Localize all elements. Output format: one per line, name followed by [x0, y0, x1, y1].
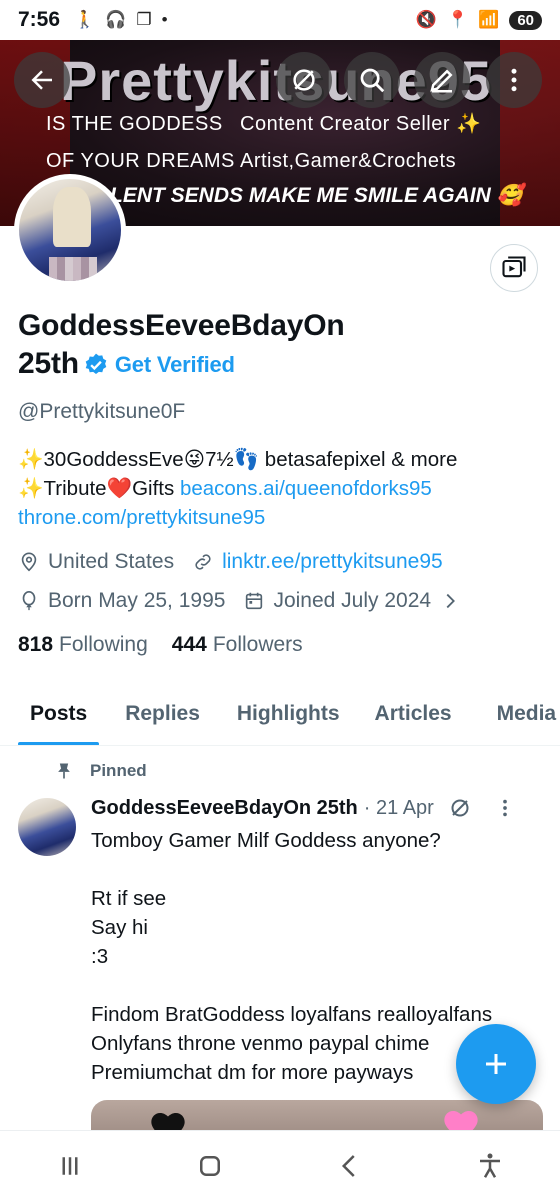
back-button[interactable] — [14, 52, 70, 108]
more-vertical-icon — [511, 68, 517, 92]
post-header: GoddessEeveeBdayOn 25th · 21 Apr — [91, 796, 541, 820]
location-pin-icon — [21, 552, 37, 572]
bio-link-beacons[interactable]: beacons.ai/queenofdorks95 — [180, 477, 432, 500]
tab-media[interactable]: Media — [497, 690, 557, 745]
battery-indicator: 60 — [509, 10, 542, 30]
display-name: GoddessEeveeBdayOn 25th Get Verified — [18, 309, 345, 380]
pixelated-area — [49, 257, 97, 281]
more-button[interactable] — [486, 52, 542, 108]
post-author-name[interactable]: GoddessEeveeBdayOn 25th — [91, 797, 358, 820]
walk-icon: 🚶 — [74, 10, 96, 29]
tab-posts[interactable]: Posts — [17, 690, 100, 745]
accessibility-icon[interactable] — [475, 1151, 505, 1181]
profile-meta-row: United States linktr.ee/prettykitsune95 — [18, 550, 443, 574]
location-icon: 📍 — [446, 10, 469, 29]
profile-avatar[interactable] — [14, 174, 126, 286]
plus-icon — [486, 1054, 506, 1074]
more-vertical-icon[interactable] — [494, 797, 516, 819]
arrow-left-icon — [31, 70, 52, 90]
banner-shout: LENT SENDS MAKE ME SMILE AGAIN 🥰 — [110, 184, 523, 207]
verified-badge-icon[interactable] — [83, 352, 109, 378]
tab-articles[interactable]: Articles — [375, 690, 452, 745]
profile-tabs: Posts Replies Highlights Articles Media — [0, 690, 560, 746]
mute-icon: 🔇 — [415, 10, 437, 29]
profile-meta-row: Born May 25, 1995 Joined July 2024 — [18, 589, 461, 613]
balloon-icon — [22, 591, 36, 611]
post-author-avatar[interactable] — [18, 798, 76, 856]
location-text: United States — [48, 550, 175, 573]
chevron-right-icon[interactable] — [439, 590, 461, 612]
back-nav-icon[interactable] — [335, 1151, 365, 1181]
get-verified-link[interactable]: Get Verified — [115, 352, 235, 377]
bio-link-throne[interactable]: throne.com/prettykitsune95 — [18, 503, 538, 532]
search-button[interactable] — [344, 52, 400, 108]
edit-button[interactable] — [414, 52, 470, 108]
media-gallery-button[interactable] — [490, 244, 538, 292]
recent-apps-icon[interactable] — [55, 1151, 85, 1181]
wifi-icon: 📶 — [478, 10, 500, 29]
link-icon — [195, 554, 211, 570]
profile-bio: ✨30GoddessEve😜7½👣 betasafepixel & more ✨… — [18, 445, 538, 532]
media-gallery-icon — [502, 256, 526, 278]
banner-text: Artist,Gamer&Crochets — [240, 150, 457, 172]
search-icon — [360, 68, 385, 93]
headphones-icon: 🎧 — [105, 10, 127, 29]
system-nav-bar — [0, 1130, 560, 1200]
home-icon[interactable] — [195, 1151, 225, 1181]
banner-text: IS THE GODDESS — [46, 113, 223, 135]
status-time: 7:56 — [18, 8, 61, 31]
grok-icon — [293, 69, 315, 91]
website-link[interactable]: linktr.ee/prettykitsune95 — [222, 550, 443, 574]
pencil-icon — [430, 69, 453, 93]
following-link[interactable]: 818 Following — [18, 633, 148, 657]
joined-date-text: Joined July 2024 — [273, 589, 432, 612]
calendar-icon — [246, 592, 263, 610]
post-date: · 21 Apr — [363, 796, 434, 819]
pinned-label: Pinned — [54, 761, 147, 781]
tab-replies[interactable]: Replies — [125, 690, 200, 745]
copy-icon: ❐ — [136, 10, 152, 29]
user-handle: @Prettykitsune0F — [18, 400, 186, 423]
grok-button[interactable] — [276, 52, 332, 108]
follow-stats: 818 Following 444 Followers — [18, 633, 303, 657]
compose-button[interactable] — [456, 1024, 536, 1104]
followers-link[interactable]: 444 Followers — [172, 633, 303, 657]
status-bar: 7:56 🚶 🎧 ❐ • 🔇 📍 📶 60 — [0, 0, 560, 40]
tab-highlights[interactable]: Highlights — [237, 690, 340, 745]
banner-text: Content Creator Seller ✨ — [240, 113, 482, 135]
birthday-text: Born May 25, 1995 — [48, 589, 226, 612]
pin-icon — [58, 763, 70, 779]
banner-text: OF YOUR DREAMS — [46, 150, 235, 172]
grok-icon[interactable] — [448, 796, 472, 820]
dot-icon: • — [161, 10, 168, 29]
